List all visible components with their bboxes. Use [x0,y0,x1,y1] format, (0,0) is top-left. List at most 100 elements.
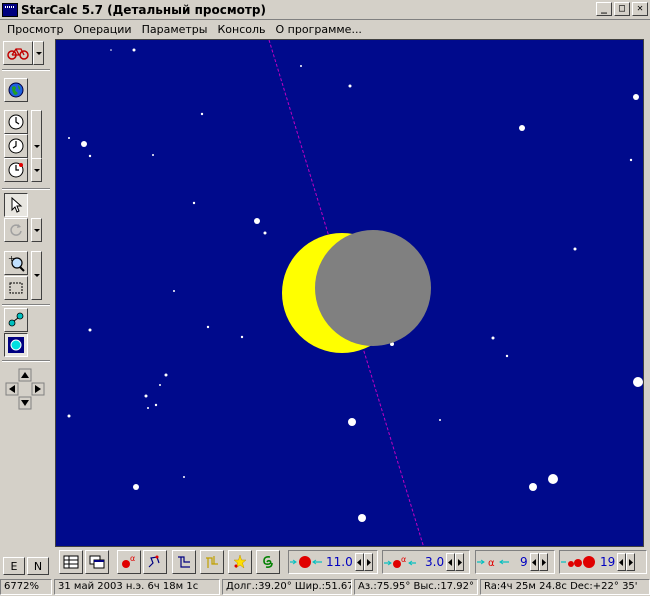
globe-button[interactable] [4,78,28,102]
menu-about[interactable]: О программе... [271,23,367,36]
windows-icon [89,555,105,569]
grid-icon [206,556,218,568]
target-object-icon [8,337,24,353]
spin-right-button[interactable] [626,553,636,571]
star-limit-value: 19 [600,555,616,569]
pointer-button[interactable] [4,193,28,217]
globe-icon [8,82,24,98]
svg-text:+: + [8,254,15,263]
label-count-icon: α [477,558,509,569]
minimize-button[interactable]: _ [596,2,612,16]
table-button[interactable] [59,550,83,574]
close-button[interactable]: ✕ [632,2,648,16]
spin-right-button[interactable] [455,553,465,571]
sky-view[interactable] [55,39,644,547]
bike-dropdown[interactable] [33,41,44,65]
rotate-icon [10,224,22,236]
magnitude-value: 3.0 [425,555,445,569]
spin-left-button[interactable] [529,553,539,571]
svg-text:α: α [401,555,406,564]
rotate-button[interactable] [4,218,28,242]
star-size-arrows [354,553,373,571]
arrow-right-icon [458,558,463,566]
link-objects-button[interactable] [4,308,28,332]
magnitude-arrows [446,553,465,571]
clock-button-1[interactable] [4,110,28,134]
spin-left-button[interactable] [446,553,456,571]
label-count-value: 9 [520,555,528,569]
labels-button[interactable] [228,550,252,574]
galaxy-icon [263,556,273,568]
svg-text:α: α [130,554,135,563]
clock-button-2[interactable] [4,134,28,158]
bottom-toolbar: α 11.0 α 3.0 α 9 19 [55,548,650,578]
spin-right-button[interactable] [538,553,548,571]
toolbar-separator [2,304,50,306]
magnitude-icon: α [384,555,416,568]
north-button[interactable]: N [27,557,49,575]
arrow-right-icon [629,558,634,566]
status-azalt: Аз.:75.95° Выс.:17.92° [354,579,478,595]
star-size-value: 11.0 [326,555,353,569]
moon-disk[interactable] [315,230,431,346]
label-count-spinner[interactable]: α 9 [475,550,555,574]
navigation-arrows[interactable] [2,368,50,412]
bicycle-icon [7,48,29,60]
star-size-spinner[interactable]: 11.0 [288,550,378,574]
svg-text:α: α [488,558,495,569]
constellation-lines-icon [148,555,160,568]
labels-icon [233,554,247,569]
spin-left-button[interactable] [354,553,364,571]
star-limit-icon [561,556,595,568]
status-zoom: 6772% [0,579,52,595]
status-datetime: 31 май 2003 н.э. 6ч 18м 1с [54,579,220,595]
zoom-icon: + [8,254,25,272]
maximize-button[interactable]: □ [614,2,630,16]
arrow-right-icon [366,558,371,566]
zoom-dropdown[interactable] [31,251,42,300]
star-limit-arrows [617,553,636,571]
galaxy-button[interactable] [256,550,280,574]
constellation-lines-button[interactable] [143,550,167,574]
label-count-arrows [529,553,548,571]
sky-canvas [67,40,643,546]
link-objects-icon [8,312,24,327]
title-bar: StarCalc 5.7 (Детальный просмотр) _ □ ✕ [0,0,650,20]
menu-view[interactable]: Просмотр [2,23,68,36]
window-controls: _ □ ✕ [596,2,648,16]
pointer-icon [11,197,23,213]
arrow-left-icon [531,558,536,566]
windows-button[interactable] [85,550,109,574]
select-rect-icon [9,282,23,294]
spin-left-button[interactable] [617,553,627,571]
east-button[interactable]: E [3,557,25,575]
rotate-dropdown[interactable] [31,218,42,242]
spin-right-button[interactable] [363,553,373,571]
target-object-button[interactable] [4,333,28,357]
toolbar-separator [2,69,50,71]
constellation-bounds-button[interactable] [172,550,196,574]
menu-operations[interactable]: Операции [68,23,136,36]
menu-parameters[interactable]: Параметры [137,23,213,36]
zoom-button[interactable]: + [4,251,28,275]
clock-button-3[interactable] [4,158,28,182]
status-bar: 6772% 31 май 2003 н.э. 6ч 18м 1с Долг.:3… [0,578,650,596]
clock-icon [8,138,24,154]
star-limit-spinner[interactable]: 19 [559,550,647,574]
arrow-left-icon [619,558,624,566]
grid-button[interactable] [200,550,224,574]
star-size-icon [290,556,322,568]
status-radec: Ra:4ч 25м 24.8с Dec:+22° 35' [480,579,650,595]
bike-button[interactable] [3,41,33,65]
arrow-left-icon [356,558,361,566]
app-icon [2,2,18,17]
table-icon [63,555,79,569]
star-alpha-button[interactable]: α [117,550,141,574]
constellation-bounds-icon [178,556,190,568]
menu-console[interactable]: Консоль [212,23,270,36]
magnitude-spinner[interactable]: α 3.0 [382,550,470,574]
toolbar-separator [2,188,50,190]
arrow-left-icon [448,558,453,566]
clock-dropdown-2[interactable] [31,158,42,182]
select-rect-button[interactable] [4,276,28,300]
